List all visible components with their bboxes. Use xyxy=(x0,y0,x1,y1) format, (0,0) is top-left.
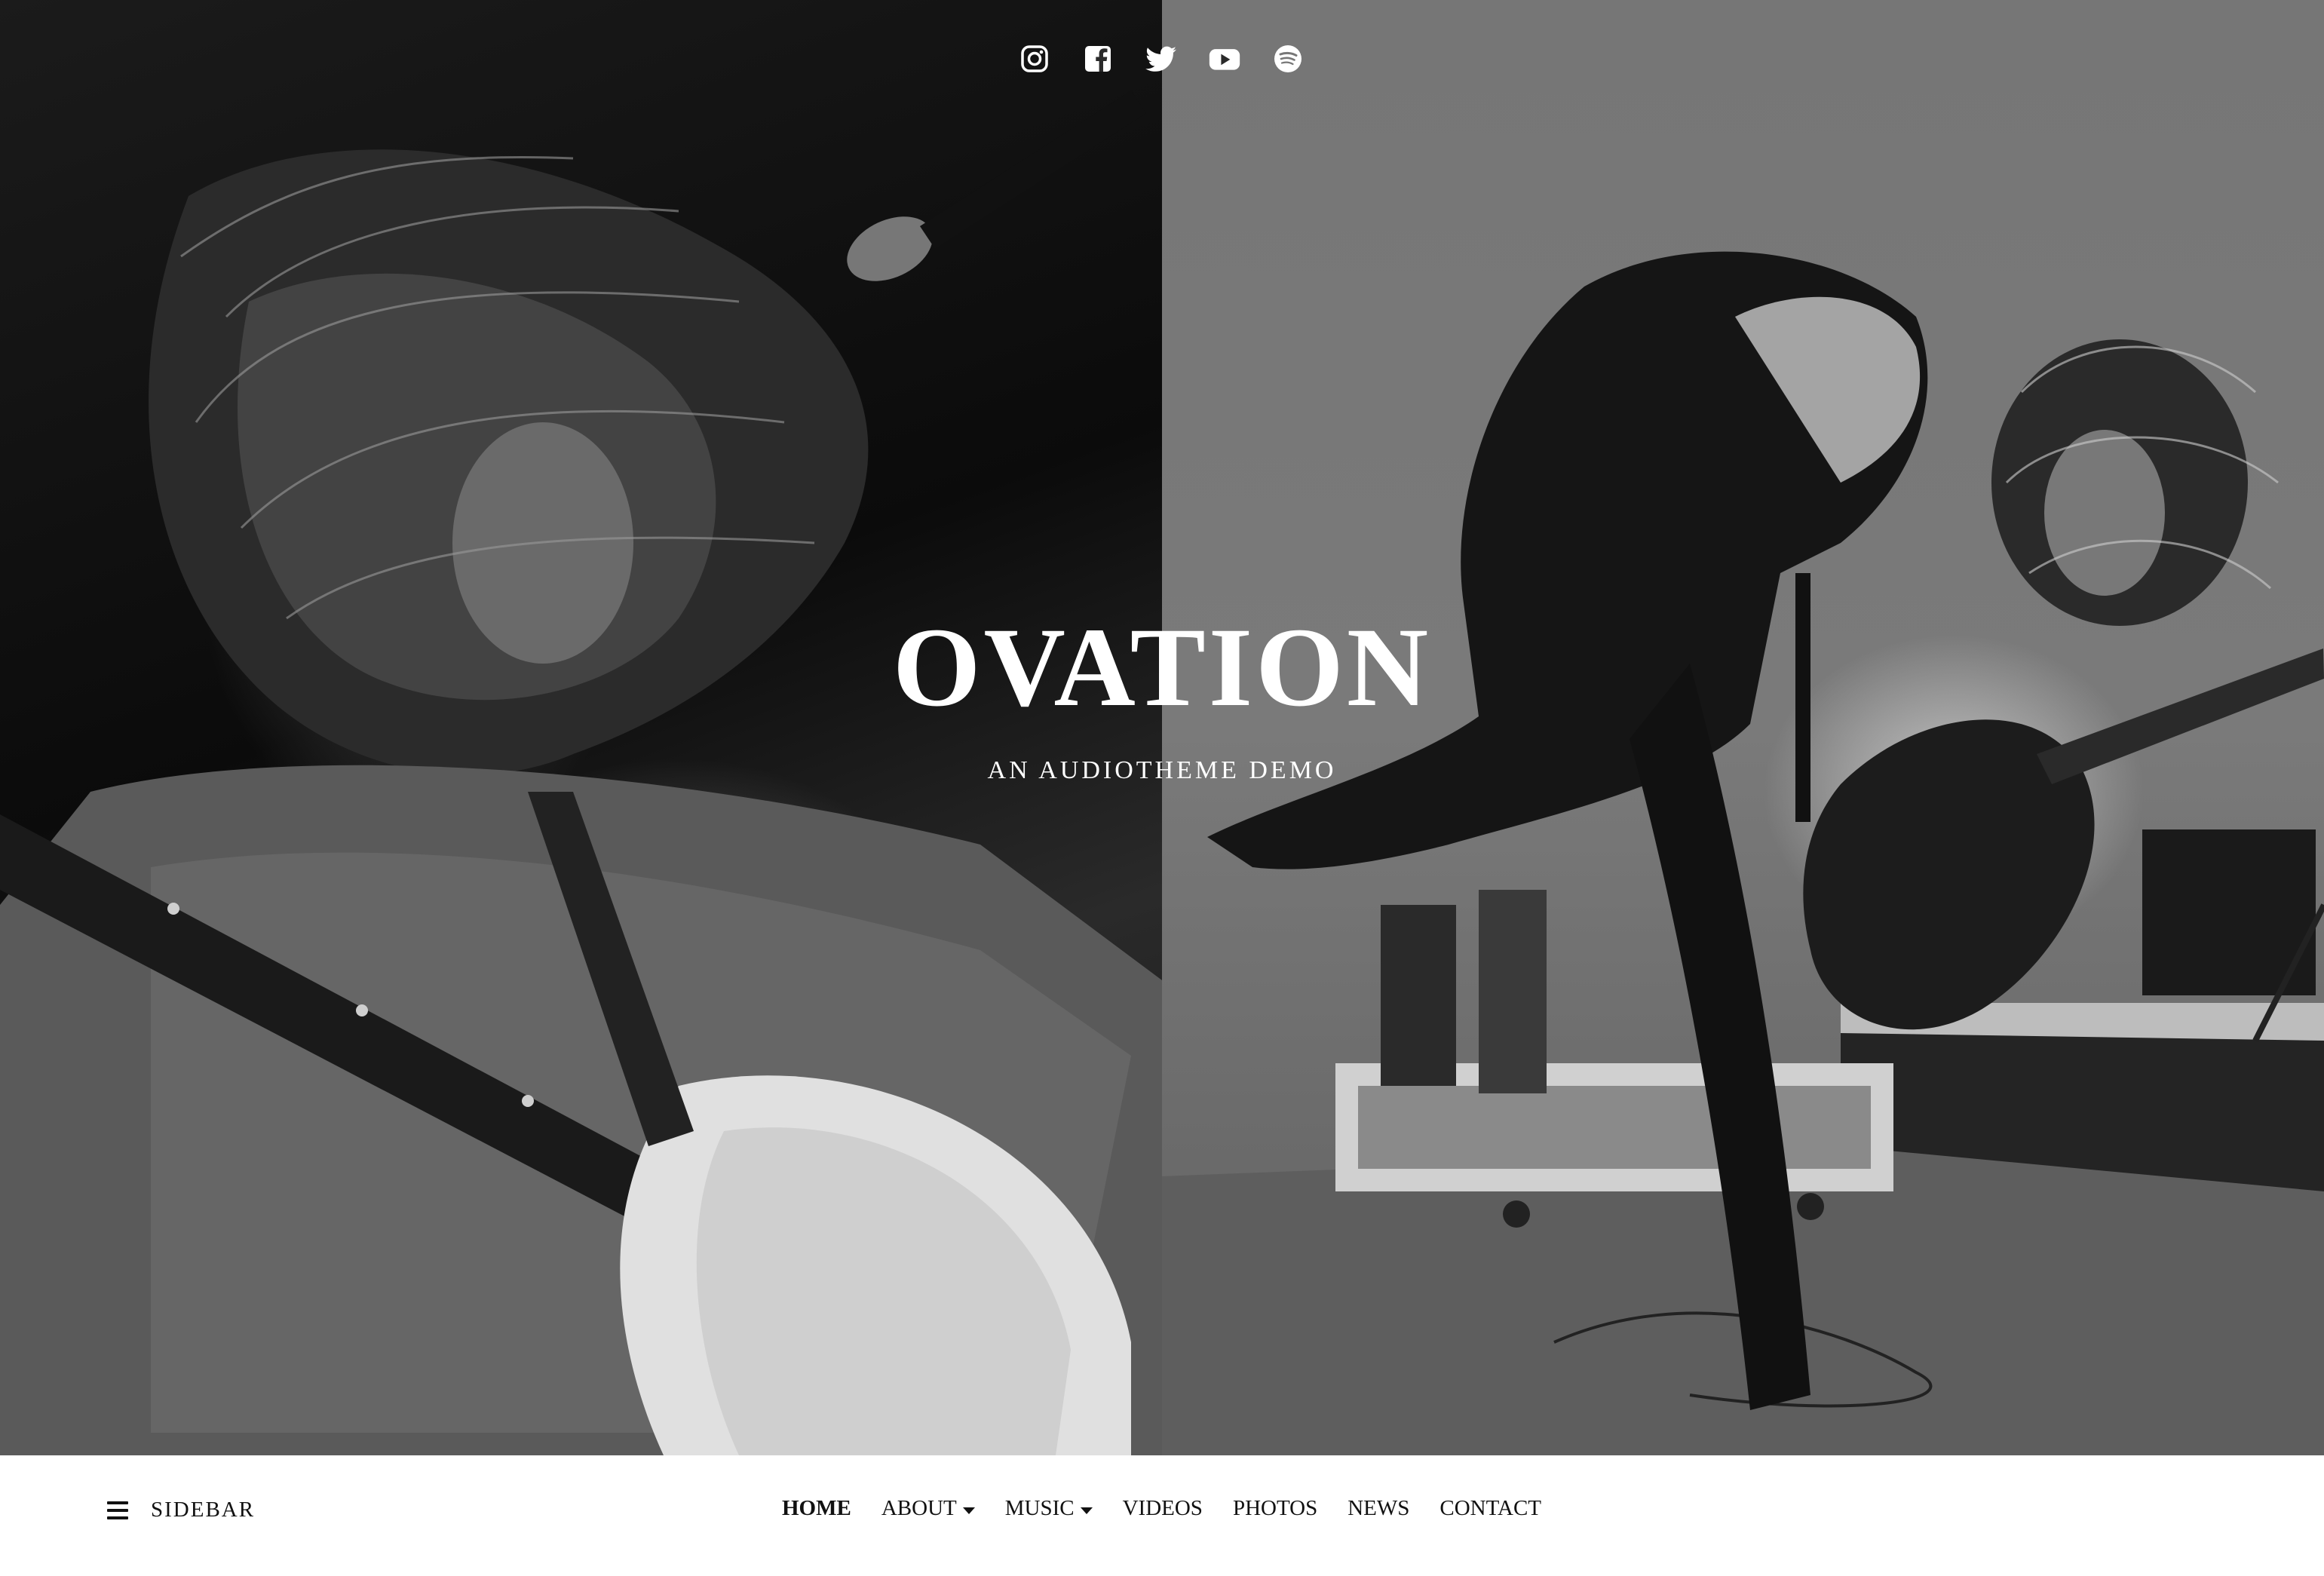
spotify-icon[interactable] xyxy=(1271,42,1305,75)
instagram-icon-graphic xyxy=(1021,45,1048,72)
nav-item-label: NEWS xyxy=(1347,1496,1410,1520)
youtube-icon-graphic xyxy=(1209,49,1240,70)
nav-item-music[interactable]: MUSIC xyxy=(1005,1496,1093,1521)
instagram-icon[interactable] xyxy=(1018,42,1051,75)
facebook-icon-graphic xyxy=(1085,46,1111,72)
site-title[interactable]: OVATION xyxy=(0,611,2324,724)
caret-down-icon xyxy=(962,1507,975,1514)
nav-item-label: HOME xyxy=(782,1496,851,1520)
main-navigation-bar: SIDEBAR HOME ABOUT MUSIC VIDEOS PHOTOS N… xyxy=(0,1455,2324,1576)
primary-menu: HOME ABOUT MUSIC VIDEOS PHOTOS NEWS CONT… xyxy=(782,1496,1541,1521)
social-links xyxy=(1018,42,1305,75)
hero-section: OVATION AN AUDIOTHEME DEMO xyxy=(0,0,2324,1455)
nav-item-label: CONTACT xyxy=(1439,1496,1542,1520)
nav-item-photos[interactable]: PHOTOS xyxy=(1233,1496,1317,1521)
nav-item-home[interactable]: HOME xyxy=(782,1496,851,1521)
facebook-icon[interactable] xyxy=(1081,42,1114,75)
spotify-icon-graphic xyxy=(1274,45,1302,72)
youtube-icon[interactable] xyxy=(1208,42,1241,75)
nav-item-news[interactable]: NEWS xyxy=(1347,1496,1409,1521)
twitter-icon-graphic xyxy=(1145,46,1176,72)
twitter-icon[interactable] xyxy=(1145,42,1178,75)
caret-down-icon xyxy=(1080,1507,1093,1514)
nav-item-label: VIDEOS xyxy=(1122,1496,1203,1520)
sidebar-toggle-label: SIDEBAR xyxy=(151,1498,256,1522)
nav-item-label: PHOTOS xyxy=(1232,1496,1318,1520)
nav-item-contact[interactable]: CONTACT xyxy=(1439,1496,1541,1521)
nav-item-label: ABOUT xyxy=(881,1496,957,1520)
hamburger-icon xyxy=(107,1501,128,1519)
site-tagline: AN AUDIOTHEME DEMO xyxy=(987,756,1337,784)
nav-item-about[interactable]: ABOUT xyxy=(881,1496,975,1521)
sidebar-toggle-button[interactable]: SIDEBAR xyxy=(107,1498,255,1522)
nav-item-videos[interactable]: VIDEOS xyxy=(1123,1496,1203,1521)
nav-item-label: MUSIC xyxy=(1004,1496,1075,1520)
page: OVATION AN AUDIOTHEME DEMO SIDEBAR HOME … xyxy=(0,0,2324,1576)
